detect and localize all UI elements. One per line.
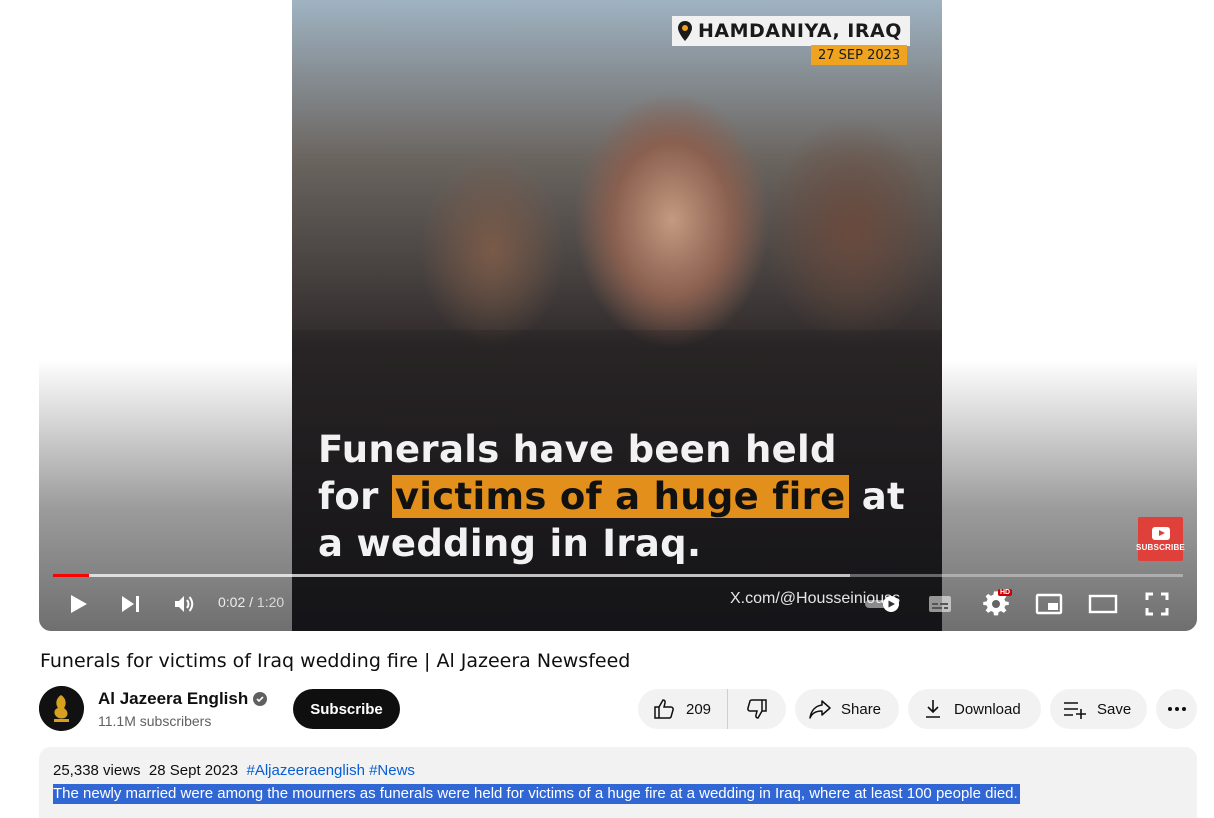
like-count: 209 xyxy=(686,700,712,718)
theater-mode-button[interactable] xyxy=(1088,588,1118,620)
thumbs-down-icon xyxy=(747,699,767,719)
channel-name[interactable]: Al Jazeera English xyxy=(98,689,268,709)
like-dislike-group: 209 xyxy=(638,689,786,729)
autoplay-toggle[interactable] xyxy=(863,588,903,620)
volume-icon xyxy=(175,596,194,612)
verified-badge-icon xyxy=(253,692,268,706)
miniplayer-icon xyxy=(1035,593,1063,615)
location-pin-icon xyxy=(678,21,692,41)
fullscreen-icon xyxy=(1145,592,1169,616)
download-icon xyxy=(926,700,940,718)
settings-button[interactable]: HD xyxy=(981,588,1013,620)
subscribe-watermark-button[interactable]: SUBSCRIBE xyxy=(1136,517,1185,561)
description-meta: 25,338 views 28 Sept 2023 #Aljazeeraengl… xyxy=(53,762,415,779)
theater-icon xyxy=(1088,594,1118,614)
location-date: 27 SEP 2023 xyxy=(811,45,908,65)
time-display: 0:02 / 1:20 xyxy=(218,594,285,610)
upload-date: 28 Sept 2023 xyxy=(148,762,239,779)
location-text: HAMDANIYA, IRAQ xyxy=(698,20,902,42)
dislike-button[interactable] xyxy=(728,689,786,729)
share-icon xyxy=(809,700,831,719)
more-horizontal-icon xyxy=(1167,707,1186,711)
video-title: Funerals for victims of Iraq wedding fir… xyxy=(40,650,631,672)
caption-line-1: Funerals have been held xyxy=(318,428,837,471)
caption-line-3: a wedding in Iraq. xyxy=(318,522,702,565)
progress-played xyxy=(53,574,90,577)
caption-line-2: for victims of a huge fire at xyxy=(318,475,905,518)
progress-buffered xyxy=(53,574,850,577)
description-box[interactable]: 25,338 views 28 Sept 2023 #Aljazeeraengl… xyxy=(39,747,1197,818)
captions-icon xyxy=(929,596,951,612)
download-button[interactable]: Download xyxy=(908,689,1041,729)
play-button[interactable] xyxy=(65,588,93,620)
description-text: The newly married were among the mourner… xyxy=(53,784,1020,804)
more-actions-button[interactable] xyxy=(1156,689,1197,729)
progress-bar[interactable] xyxy=(53,574,1183,577)
volume-button[interactable] xyxy=(172,588,198,620)
play-icon xyxy=(71,595,87,613)
add-to-playlist-icon xyxy=(1064,702,1086,719)
thumbs-up-icon xyxy=(654,699,674,719)
youtube-logo-icon xyxy=(1151,526,1170,540)
hashtags-link[interactable]: #Aljazeeraenglish #News xyxy=(247,762,415,779)
video-caption: Funerals have been held for victims of a… xyxy=(318,426,938,567)
next-icon xyxy=(122,596,139,612)
fullscreen-button[interactable] xyxy=(1143,588,1171,620)
al-jazeera-logo-icon xyxy=(39,686,84,731)
channel-avatar[interactable] xyxy=(39,686,84,731)
view-count: 25,338 views xyxy=(53,762,141,779)
caption-highlight: victims of a huge fire xyxy=(391,475,849,518)
subscriber-count: 11.1M subscribers xyxy=(98,713,212,729)
next-button[interactable] xyxy=(118,588,144,620)
captions-button[interactable] xyxy=(927,588,953,620)
share-button[interactable]: Share xyxy=(795,689,899,729)
miniplayer-button[interactable] xyxy=(1034,588,1064,620)
video-player[interactable]: HAMDANIYA, IRAQ 27 SEP 2023 Funerals hav… xyxy=(39,0,1197,631)
like-button[interactable]: 209 xyxy=(638,689,728,729)
save-button[interactable]: Save xyxy=(1050,689,1147,729)
video-frame[interactable]: HAMDANIYA, IRAQ 27 SEP 2023 Funerals hav… xyxy=(292,0,942,631)
hd-badge: HD xyxy=(998,589,1013,596)
location-label: HAMDANIYA, IRAQ xyxy=(672,16,910,46)
subscribe-button[interactable]: Subscribe xyxy=(293,689,400,729)
autoplay-toggle-icon xyxy=(865,596,899,612)
